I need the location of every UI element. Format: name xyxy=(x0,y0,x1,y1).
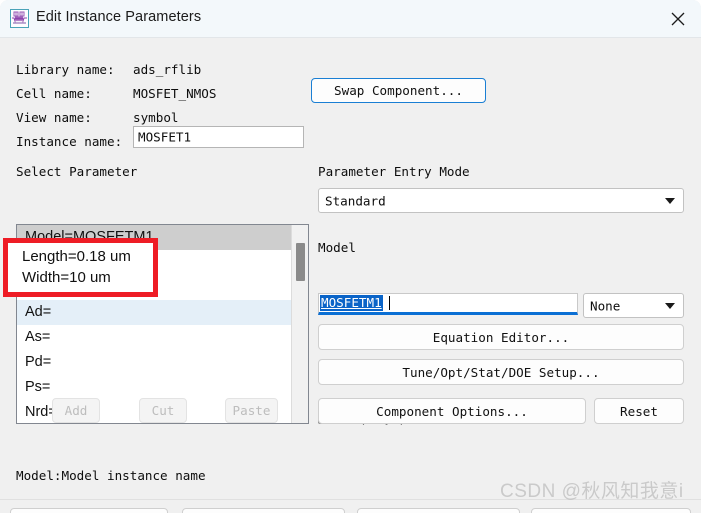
chevron-down-icon xyxy=(665,197,675,204)
component-options-button[interactable]: Component Options... xyxy=(318,398,586,424)
cell-name-label: Cell name: xyxy=(16,86,92,101)
list-item[interactable]: Ps= xyxy=(17,375,292,400)
library-name-label: Library name: xyxy=(16,62,115,77)
model-type-select[interactable]: None xyxy=(583,293,684,318)
model-input[interactable]: MOSFETM1 xyxy=(318,293,578,315)
annotation-line-2: Width=10 um xyxy=(22,269,111,286)
title-bar: Edit Instance Parameters xyxy=(0,0,701,38)
model-label: Model xyxy=(318,240,356,255)
model-type-value: None xyxy=(590,298,621,313)
view-name-value: symbol xyxy=(133,110,179,125)
view-name-label: View name: xyxy=(16,110,92,125)
list-item[interactable]: As= xyxy=(17,325,292,350)
scrollbar-thumb[interactable] xyxy=(296,243,305,281)
cancel-button[interactable]: Cancel xyxy=(357,508,520,513)
library-name-value: ads_rflib xyxy=(133,62,202,77)
close-icon[interactable] xyxy=(655,0,701,38)
swap-component-button[interactable]: Swap Component... xyxy=(311,78,486,103)
annotation-line-1: Length=0.18 um xyxy=(22,248,131,265)
instance-name-value: MOSFET1 xyxy=(138,129,192,145)
instance-name-label: Instance name: xyxy=(16,134,123,149)
select-parameter-title: Select Parameter xyxy=(16,164,138,179)
schematic-component-icon xyxy=(10,9,29,28)
footer-separator xyxy=(0,499,701,500)
edit-instance-parameters-dialog: Edit Instance Parameters Library name: a… xyxy=(0,0,701,513)
parameter-entry-mode-value: Standard xyxy=(325,193,386,208)
chevron-down-icon xyxy=(665,302,675,309)
apply-button[interactable]: Apply xyxy=(182,508,345,513)
cell-name-value: MOSFET_NMOS xyxy=(133,86,217,101)
cut-button[interactable]: Cut xyxy=(139,398,187,423)
parameter-list-scrollbar[interactable] xyxy=(291,225,308,423)
model-input-value: MOSFETM1 xyxy=(320,295,383,311)
tune-opt-stat-doe-setup-button[interactable]: Tune/Opt/Stat/DOE Setup... xyxy=(318,359,684,385)
status-hint-text: Model:Model instance name xyxy=(16,468,206,483)
parameter-entry-mode-select[interactable]: Standard xyxy=(318,188,684,213)
parameter-entry-mode-title: Parameter Entry Mode xyxy=(318,164,470,179)
text-caret xyxy=(389,296,390,310)
instance-name-input[interactable]: MOSFET1 xyxy=(133,126,304,148)
window-title: Edit Instance Parameters xyxy=(36,9,202,25)
help-button[interactable]: Help xyxy=(531,508,691,513)
reset-button[interactable]: Reset xyxy=(594,398,684,424)
add-button[interactable]: Add xyxy=(52,398,100,423)
ok-button[interactable]: OK xyxy=(10,508,168,513)
annotation-highlight-box: Length=0.18 um Width=10 um xyxy=(3,238,158,297)
equation-editor-button[interactable]: Equation Editor... xyxy=(318,324,684,350)
paste-button[interactable]: Paste xyxy=(225,398,278,423)
list-item[interactable]: Pd= xyxy=(17,350,292,375)
dialog-body: Library name: ads_rflib Cell name: MOSFE… xyxy=(0,38,701,513)
list-item[interactable]: Ad= xyxy=(17,300,292,325)
